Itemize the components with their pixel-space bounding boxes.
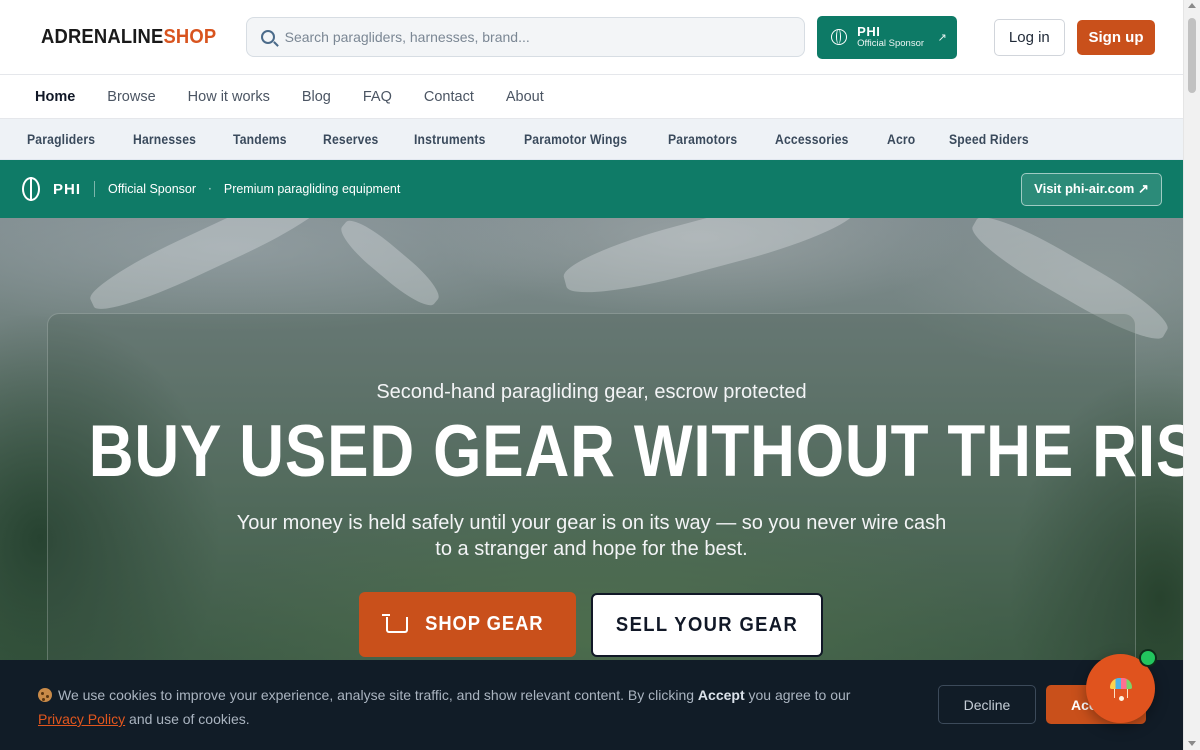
- hero-title: BUY USED GEAR WITHOUT THE RISK: [88, 411, 1183, 492]
- nav-home[interactable]: Home: [35, 89, 75, 105]
- category-accessories[interactable]: Accessories: [775, 132, 849, 147]
- search-input[interactable]: [284, 29, 791, 45]
- nav-about[interactable]: About: [506, 89, 544, 105]
- hero-description-line: to a stranger and hope for the best.: [435, 538, 748, 560]
- hero-description: Your money is held safely until your gea…: [0, 510, 1183, 562]
- hero-kicker: Second-hand paragliding gear, escrow pro…: [376, 381, 807, 403]
- category-paramotors[interactable]: Paramotors: [668, 132, 737, 147]
- sponsor-name: PHI: [857, 24, 881, 40]
- scroll-thumb[interactable]: [1188, 18, 1196, 93]
- nav-faq[interactable]: FAQ: [363, 89, 392, 105]
- category-reserves[interactable]: Reserves: [323, 132, 378, 147]
- nav-blog[interactable]: Blog: [302, 89, 331, 105]
- online-status-dot: [1139, 649, 1157, 667]
- external-link-icon: ↗: [937, 30, 947, 44]
- scroll-up-icon[interactable]: [1188, 3, 1196, 8]
- decline-cookies-button[interactable]: Decline: [938, 685, 1036, 724]
- cart-icon: [382, 613, 409, 633]
- category-speed-riders[interactable]: Speed Riders: [949, 132, 1029, 147]
- nav-browse[interactable]: Browse: [107, 89, 155, 105]
- sponsor-button[interactable]: PHI Official Sponsor ↗: [817, 15, 957, 59]
- category-tandems[interactable]: Tandems: [233, 132, 287, 147]
- nav-contact[interactable]: Contact: [424, 89, 474, 105]
- mountain-ridge: [83, 218, 337, 322]
- nav-how-it-works[interactable]: How it works: [188, 89, 270, 105]
- banner-tagline: Premium paragliding equipment: [223, 182, 401, 196]
- cookie-accept-word: Accept: [697, 687, 745, 703]
- sell-gear-label: SELL YOUR GEAR: [615, 613, 799, 636]
- category-nav: Paragliders Harnesses Tandems Reserves I…: [0, 119, 1183, 160]
- signup-button[interactable]: Sign up: [1077, 19, 1155, 55]
- primary-nav: Home Browse How it works Blog FAQ Contac…: [0, 75, 1183, 119]
- site-logo[interactable]: ADRENALINESHOP: [41, 26, 216, 49]
- page: ADRENALINESHOP PHI Official Sponsor ↗ Lo…: [0, 0, 1183, 750]
- shop-gear-button[interactable]: SHOP GEAR: [359, 592, 576, 657]
- shop-gear-label: SHOP GEAR: [425, 613, 544, 635]
- banner-dot-separator: ·: [208, 182, 212, 196]
- banner-brand: PHI: [53, 180, 82, 198]
- category-instruments[interactable]: Instruments: [414, 132, 486, 147]
- sponsor-label: Official Sponsor: [857, 37, 925, 49]
- cookie-text-start: We use cookies to improve your experienc…: [58, 687, 698, 703]
- cookie-banner: We use cookies to improve your experienc…: [0, 660, 1183, 750]
- hero-description-line: Your money is held safely until your gea…: [236, 512, 947, 534]
- mountain-ridge: [558, 218, 862, 306]
- cookie-text-mid: you agree to our: [744, 687, 851, 703]
- cookie-icon: [38, 688, 52, 702]
- visit-sponsor-button[interactable]: Visit phi-air.com ↗: [1021, 172, 1162, 206]
- globe-icon: [831, 29, 848, 45]
- scroll-down-icon[interactable]: [1188, 741, 1196, 746]
- sponsor-text: PHI Official Sponsor: [857, 25, 924, 49]
- category-paramotor-wings[interactable]: Paramotor Wings: [524, 132, 627, 147]
- privacy-policy-link[interactable]: Privacy Policy: [38, 711, 125, 727]
- search-box[interactable]: [245, 17, 806, 57]
- paraglider-icon: [1108, 676, 1134, 702]
- logo-text-accent: SHOP: [163, 25, 217, 48]
- mountain-ridge: [334, 218, 446, 314]
- category-paragliders[interactable]: Paragliders: [27, 132, 95, 147]
- search-icon: [260, 30, 275, 44]
- cookie-message: We use cookies to improve your experienc…: [38, 683, 918, 731]
- cookie-text-end: and use of cookies.: [125, 711, 250, 727]
- banner-official-label: Official Sponsor: [108, 182, 197, 196]
- login-button[interactable]: Log in: [993, 18, 1066, 56]
- vertical-scrollbar[interactable]: [1183, 0, 1200, 750]
- phi-logo-icon: [22, 177, 40, 201]
- sponsor-banner: PHI Official Sponsor · Premium paraglidi…: [0, 160, 1183, 218]
- banner-divider: [94, 181, 96, 197]
- category-acro[interactable]: Acro: [887, 132, 915, 147]
- logo-text-primary: ADRENALINE: [41, 25, 164, 48]
- category-harnesses[interactable]: Harnesses: [133, 132, 196, 147]
- sell-gear-button[interactable]: SELL YOUR GEAR: [591, 593, 823, 657]
- site-header: ADRENALINESHOP PHI Official Sponsor ↗ Lo…: [0, 0, 1183, 75]
